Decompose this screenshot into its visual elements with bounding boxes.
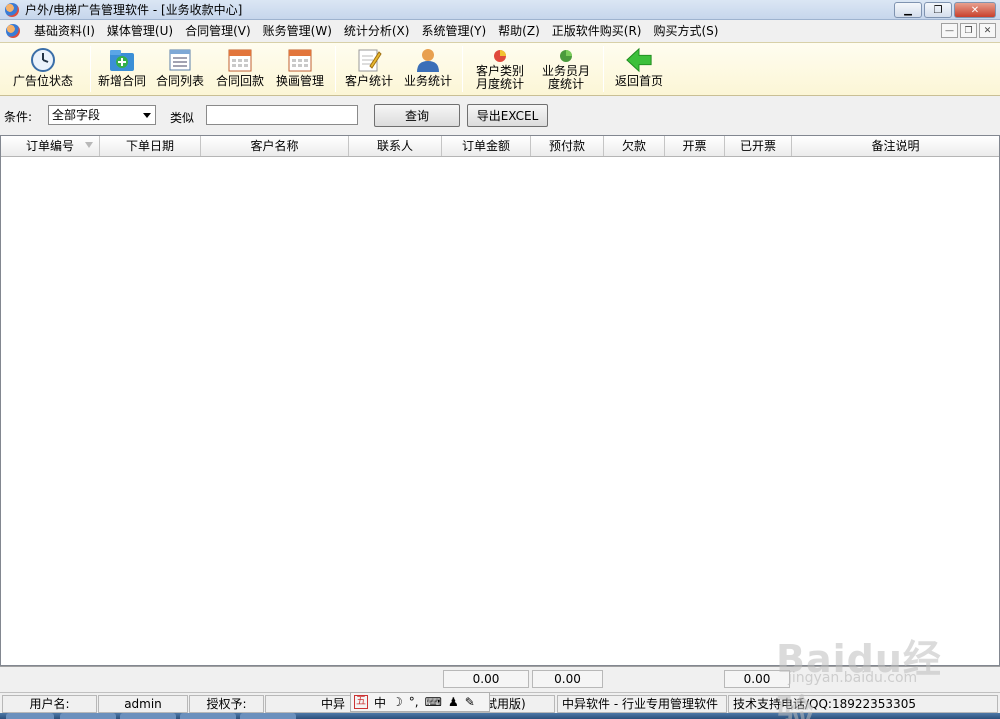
support-label: 技术支持电话/QQ:18922353305	[728, 695, 998, 713]
pie-chart-icon	[552, 46, 580, 64]
toolbar-separator	[462, 46, 463, 92]
menu-accounts[interactable]: 账务管理(W)	[257, 21, 338, 41]
restore-button[interactable]: ❐	[924, 2, 952, 18]
field-select-value: 全部字段	[52, 108, 101, 122]
like-label: 类似	[170, 111, 195, 125]
contract-list-button[interactable]: 合同列表	[149, 43, 211, 95]
column-header[interactable]: 下单日期	[100, 136, 201, 156]
window-title: 户外/电梯广告管理软件 - [业务收款中心]	[25, 3, 243, 17]
minimize-button[interactable]: ▁	[894, 2, 922, 18]
user-icon	[414, 46, 442, 74]
search-input[interactable]	[206, 105, 358, 125]
customer-stats-button[interactable]: 客户统计	[340, 43, 398, 95]
ad-status-button[interactable]: 广告位状态	[0, 43, 86, 95]
app-logo-icon	[5, 2, 19, 17]
status-bar: 用户名: admin 授权予: 中异 试用版) 中异软件 - 行业专用管理软件 技…	[0, 692, 1000, 713]
back-arrow-icon	[625, 46, 653, 74]
menu-purchase[interactable]: 正版软件购买(R)	[546, 21, 648, 41]
menu-basic-data[interactable]: 基础资料(I)	[28, 21, 101, 41]
calendar-icon	[226, 46, 254, 74]
taskbar	[0, 713, 1000, 719]
column-header[interactable]: 备注说明	[792, 136, 999, 156]
calendar-icon	[286, 46, 314, 74]
toolbar-separator	[335, 46, 336, 92]
user-label: 用户名:	[2, 695, 97, 713]
grid-header: 订单编号 下单日期 客户名称 联系人 订单金额 预付款 欠款 开票 已开票 备注…	[1, 136, 999, 157]
company-label: 中异软件 - 行业专用管理软件	[557, 695, 727, 713]
data-grid[interactable]: 订单编号 下单日期 客户名称 联系人 订单金额 预付款 欠款 开票 已开票 备注…	[0, 135, 1000, 666]
export-excel-button[interactable]: 导出EXCEL	[467, 104, 548, 127]
punctuation-icon[interactable]: °,	[409, 695, 419, 709]
license-label: 授权予:	[189, 695, 264, 713]
toolbar-separator	[603, 46, 604, 92]
chevron-down-icon	[143, 113, 151, 118]
total-invoiced: 0.00	[724, 670, 790, 688]
mdi-minimize-button[interactable]: —	[941, 23, 958, 38]
list-icon	[166, 46, 194, 74]
salesman-monthly-button[interactable]: 业务员月 度统计	[533, 43, 599, 95]
menu-contract[interactable]: 合同管理(V)	[179, 21, 257, 41]
ime-toolbar[interactable]: 五 中 ☽ °, ⌨ ♟ ✎	[350, 692, 490, 712]
filter-bar: 条件: 全部字段 类似 查询 导出EXCEL	[0, 97, 1000, 134]
mdi-controls: — ❐ ✕	[941, 23, 996, 38]
clock-icon	[29, 46, 57, 74]
menu-statistics[interactable]: 统计分析(X)	[338, 21, 416, 41]
column-header[interactable]: 欠款	[604, 136, 665, 156]
column-header[interactable]: 开票	[665, 136, 725, 156]
new-contract-icon	[108, 46, 136, 74]
menu-bar: 基础资料(I) 媒体管理(U) 合同管理(V) 账务管理(W) 统计分析(X) …	[0, 21, 1000, 41]
mdi-restore-button[interactable]: ❐	[960, 23, 977, 38]
picture-change-button[interactable]: 换画管理	[269, 43, 331, 95]
wrench-icon[interactable]: ✎	[465, 695, 475, 709]
column-header[interactable]: 客户名称	[201, 136, 349, 156]
ime-box[interactable]: 五	[354, 695, 368, 709]
query-button[interactable]: 查询	[374, 104, 460, 127]
column-header[interactable]: 预付款	[531, 136, 604, 156]
user-value: admin	[98, 695, 188, 713]
notepad-icon	[355, 46, 383, 74]
taskbar-item[interactable]	[240, 713, 296, 719]
close-button[interactable]: ✕	[954, 2, 996, 18]
new-contract-button[interactable]: 新增合同	[95, 43, 149, 95]
toolbar: 广告位状态 新增合同 合同列表 合同回款 换画管理 客户统计 业务统计 客户类别…	[0, 42, 1000, 96]
field-select[interactable]: 全部字段	[48, 105, 156, 125]
window-controls: ▁ ❐ ✕	[894, 2, 996, 18]
start-button[interactable]	[6, 713, 54, 719]
totals-bar: 0.00 0.00 0.00	[0, 666, 1000, 690]
customer-category-monthly-button[interactable]: 客户类别 月度统计	[467, 43, 533, 95]
menu-system[interactable]: 系统管理(Y)	[415, 21, 492, 41]
contract-payment-button[interactable]: 合同回款	[211, 43, 269, 95]
menu-logo-icon[interactable]	[6, 24, 20, 38]
menu-media[interactable]: 媒体管理(U)	[101, 21, 179, 41]
taskbar-item[interactable]	[60, 713, 116, 719]
total-prepaid: 0.00	[532, 670, 603, 688]
column-header[interactable]: 订单编号	[1, 136, 100, 156]
mdi-close-button[interactable]: ✕	[979, 23, 996, 38]
menu-help[interactable]: 帮助(Z)	[492, 21, 546, 41]
moon-icon[interactable]: ☽	[392, 695, 403, 709]
sort-icon	[85, 142, 93, 148]
title-bar: 户外/电梯广告管理软件 - [业务收款中心] ▁ ❐ ✕	[0, 0, 1000, 20]
condition-label: 条件:	[4, 110, 33, 124]
taskbar-item[interactable]	[180, 713, 236, 719]
total-order-amount: 0.00	[443, 670, 529, 688]
user-icon[interactable]: ♟	[448, 695, 459, 709]
column-header[interactable]: 联系人	[349, 136, 442, 156]
ime-mode[interactable]: 中	[374, 694, 386, 711]
taskbar-item[interactable]	[120, 713, 176, 719]
business-stats-button[interactable]: 业务统计	[398, 43, 458, 95]
return-home-button[interactable]: 返回首页	[608, 43, 670, 95]
toolbar-separator	[90, 46, 91, 92]
keyboard-icon[interactable]: ⌨	[425, 695, 442, 709]
column-header[interactable]: 订单金额	[442, 136, 531, 156]
column-header[interactable]: 已开票	[725, 136, 792, 156]
menu-purchase-method[interactable]: 购买方式(S)	[647, 21, 724, 41]
pie-chart-icon	[486, 46, 514, 64]
